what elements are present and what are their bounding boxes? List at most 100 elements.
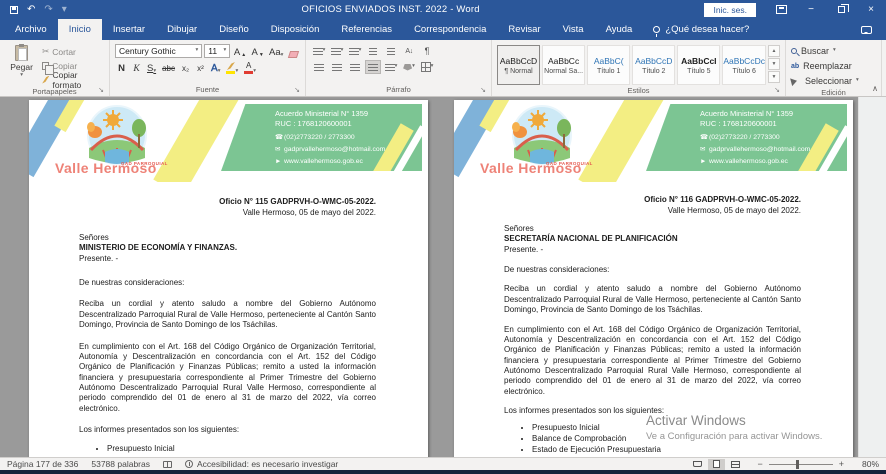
italic-button[interactable]: K <box>130 60 143 74</box>
underline-button[interactable]: S▾ <box>145 60 158 74</box>
zoom-level[interactable]: 80% <box>857 459 879 469</box>
print-layout-button[interactable] <box>708 459 725 470</box>
paste-button[interactable]: Pegar ▾ <box>5 43 38 86</box>
present: Presente. - <box>79 254 376 264</box>
report-list: Presupuesto Inicial Balance de Comprobac… <box>532 423 801 457</box>
find-button[interactable]: Buscar▾ <box>791 44 876 58</box>
tell-me-box[interactable]: ¿Qué desea hacer? <box>643 19 759 40</box>
tab-insertar[interactable]: Insertar <box>102 19 156 40</box>
align-left-button[interactable] <box>311 60 327 74</box>
sort-icon: A↓ <box>405 48 412 55</box>
save-icon[interactable] <box>10 6 18 14</box>
clear-formatting-button[interactable] <box>287 44 300 58</box>
font-size-select[interactable]: 11▾ <box>204 44 230 58</box>
replace-button[interactable]: abReemplazar <box>791 59 876 73</box>
show-marks-button[interactable]: ¶ <box>419 44 435 58</box>
style-titulo-2[interactable]: AaBbCcD Título 2 <box>632 45 675 85</box>
word-count[interactable]: 53788 palabras <box>91 459 150 469</box>
style-titulo-6[interactable]: AaBbCcDc Título 6 <box>722 45 766 85</box>
phone-line: ☎(02)2773220 / 2773300 <box>700 132 810 144</box>
zoom-out-button[interactable]: − <box>757 459 762 469</box>
borders-button[interactable]: ▾ <box>419 60 435 74</box>
page-indicator[interactable]: Página 177 de 336 <box>7 459 78 469</box>
document-page-1[interactable]: Valle Hermoso GAD PARROQUIAL Acuerdo Min… <box>29 100 428 457</box>
bold-button[interactable]: N <box>115 60 128 74</box>
paragraph-dialog-launcher[interactable]: ↘ <box>480 87 486 94</box>
vertical-scrollbar[interactable] <box>858 97 886 457</box>
cut-button[interactable]: ✂Cortar <box>42 45 104 58</box>
numbered-list-button[interactable]: ▾ <box>329 44 345 58</box>
style-titulo-1[interactable]: AaBbC( Título 1 <box>587 45 630 85</box>
subscript-button[interactable]: x₂ <box>179 60 192 74</box>
font-family-select[interactable]: Century Gothic▾ <box>115 44 202 58</box>
group-font: Century Gothic▾ 11▾ A▲ A▼ Aa▾ N K S▾ abc… <box>110 40 306 96</box>
tab-archivo[interactable]: Archivo <box>4 19 58 40</box>
tab-disposicion[interactable]: Disposición <box>260 19 331 40</box>
align-right-button[interactable] <box>347 60 363 74</box>
tab-diseno[interactable]: Diseño <box>208 19 260 40</box>
restore-icon <box>838 6 845 13</box>
collapse-ribbon-icon[interactable]: ∧ <box>872 84 878 93</box>
zoom-slider-thumb[interactable] <box>796 460 799 469</box>
justify-button[interactable] <box>365 60 381 74</box>
customize-qat-icon[interactable]: ▾ <box>62 4 67 15</box>
tab-revisar[interactable]: Revisar <box>497 19 551 40</box>
clipboard-dialog-launcher[interactable]: ↘ <box>98 87 104 94</box>
sort-button[interactable]: A↓ <box>401 44 417 58</box>
ribbon-display-options-button[interactable] <box>766 0 796 19</box>
style-normal-sangria[interactable]: AaBbCc Normal Sa... <box>542 45 585 85</box>
increase-indent-button[interactable] <box>383 44 399 58</box>
styles-scroll-up-icon[interactable]: ▲ <box>768 45 780 57</box>
comments-icon[interactable] <box>861 26 872 34</box>
paragraph-1: Reciba un cordial y atento saludo a nomb… <box>504 284 801 315</box>
document-page-2[interactable]: Valle Hermoso GAD PARROQUIAL Acuerdo Min… <box>454 100 853 457</box>
decrease-indent-button[interactable] <box>365 44 381 58</box>
report-list: Presupuesto Inicial Balance de Comprobac… <box>107 444 376 457</box>
styles-more-icon[interactable]: ▼ <box>768 71 780 83</box>
tab-vista[interactable]: Vista <box>552 19 595 40</box>
zoom-in-button[interactable]: + <box>839 459 844 469</box>
font-color-button[interactable]: A▾ <box>242 60 258 74</box>
redo-icon[interactable]: ↷ <box>44 4 52 15</box>
title-bar: ↶ ↷ ▾ OFICIOS ENVIADOS INST. 2022 - Word… <box>0 0 886 19</box>
tab-inicio[interactable]: Inicio <box>58 19 102 40</box>
list-item: Presupuesto Inicial <box>107 444 376 454</box>
signin-button[interactable]: Inic. ses. <box>704 3 756 17</box>
read-mode-button[interactable] <box>689 459 706 470</box>
accessibility-status[interactable]: Accesibilidad: es necesario investigar <box>185 459 338 469</box>
greeting: De nuestras consideraciones: <box>504 265 801 275</box>
tab-dibujar[interactable]: Dibujar <box>156 19 208 40</box>
text-effects-button[interactable]: A▾ <box>209 60 222 74</box>
multilevel-list-button[interactable]: ▾ <box>347 44 363 58</box>
restore-button[interactable] <box>826 0 856 19</box>
shrink-font-button[interactable]: A▼ <box>250 44 266 58</box>
close-button[interactable]: × <box>856 0 886 19</box>
styles-dialog-launcher[interactable]: ↘ <box>774 87 780 94</box>
line-spacing-button[interactable]: ▾ <box>383 60 399 74</box>
paste-caret-icon: ▾ <box>20 73 23 79</box>
superscript-button[interactable]: x² <box>194 60 207 74</box>
style-titulo-5[interactable]: AaBbCcI Título 5 <box>677 45 720 85</box>
tab-ayuda[interactable]: Ayuda <box>595 19 644 40</box>
tab-referencias[interactable]: Referencias <box>330 19 403 40</box>
strikethrough-button[interactable]: abc <box>160 60 177 74</box>
format-painter-button[interactable]: Copiar formato <box>42 73 104 86</box>
font-dialog-launcher[interactable]: ↘ <box>294 87 300 94</box>
change-case-button[interactable]: Aa▾ <box>267 44 285 58</box>
styles-scroll-down-icon[interactable]: ▼ <box>768 58 780 70</box>
highlight-color-button[interactable]: ▾ <box>224 60 240 74</box>
align-left-icon <box>314 64 324 71</box>
shading-button[interactable]: ▾ <box>401 60 417 74</box>
minimize-button[interactable]: − <box>796 0 826 19</box>
web-layout-button[interactable] <box>727 459 744 470</box>
proofing-button[interactable] <box>163 461 172 468</box>
recipient: MINISTERIO DE ECONOMÍA Y FINANZAS. <box>79 243 376 253</box>
tab-correspondencia[interactable]: Correspondencia <box>403 19 497 40</box>
grow-font-button[interactable]: A▲ <box>232 44 248 58</box>
style-normal[interactable]: AaBbCcD ¶ Normal <box>497 45 540 85</box>
bullet-list-button[interactable]: ▾ <box>311 44 327 58</box>
select-button[interactable]: Seleccionar▾ <box>791 74 876 88</box>
undo-icon[interactable]: ↶ <box>27 4 35 15</box>
zoom-slider[interactable] <box>769 464 833 465</box>
align-center-button[interactable] <box>329 60 345 74</box>
